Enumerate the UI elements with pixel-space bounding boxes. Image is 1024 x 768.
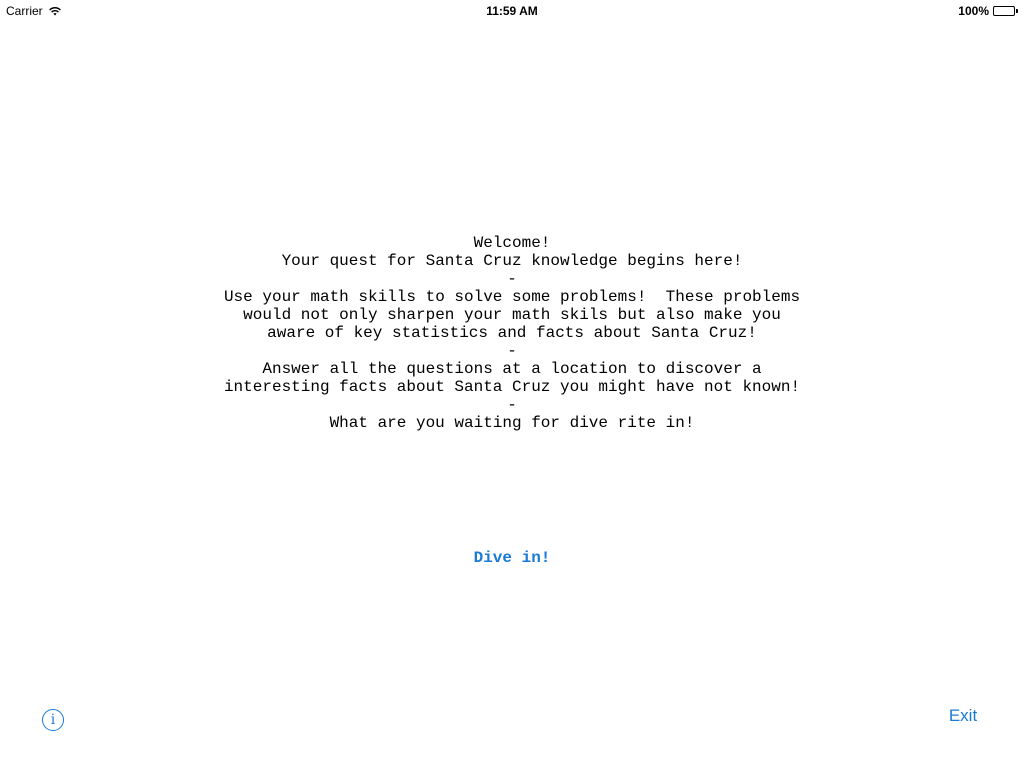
- welcome-line: Use your math skills to solve some probl…: [223, 288, 801, 306]
- battery-icon: [993, 6, 1018, 16]
- exit-button[interactable]: Exit: [938, 704, 988, 728]
- status-bar: Carrier 11:59 AM 100%: [0, 0, 1024, 20]
- welcome-line: -: [507, 270, 517, 288]
- dive-in-button[interactable]: Dive in!: [412, 546, 612, 570]
- welcome-line: aware of key statistics and facts about …: [267, 324, 757, 342]
- welcome-message: Welcome! Your quest for Santa Cruz knowl…: [0, 234, 1024, 432]
- welcome-line: -: [507, 396, 517, 414]
- battery-percent: 100%: [958, 4, 989, 18]
- info-button[interactable]: i: [42, 709, 64, 731]
- welcome-line: interesting facts about Santa Cruz you m…: [223, 378, 801, 396]
- welcome-line: would not only sharpen your math skils b…: [243, 306, 781, 324]
- welcome-line: Welcome!: [473, 234, 551, 252]
- welcome-line: Answer all the questions at a location t…: [262, 360, 762, 378]
- status-time: 11:59 AM: [486, 4, 538, 18]
- info-icon: i: [50, 712, 56, 728]
- welcome-line: Your quest for Santa Cruz knowledge begi…: [281, 252, 743, 270]
- welcome-line: What are you waiting for dive rite in!: [329, 414, 695, 432]
- status-right: 100%: [958, 4, 1018, 18]
- welcome-line: -: [507, 342, 517, 360]
